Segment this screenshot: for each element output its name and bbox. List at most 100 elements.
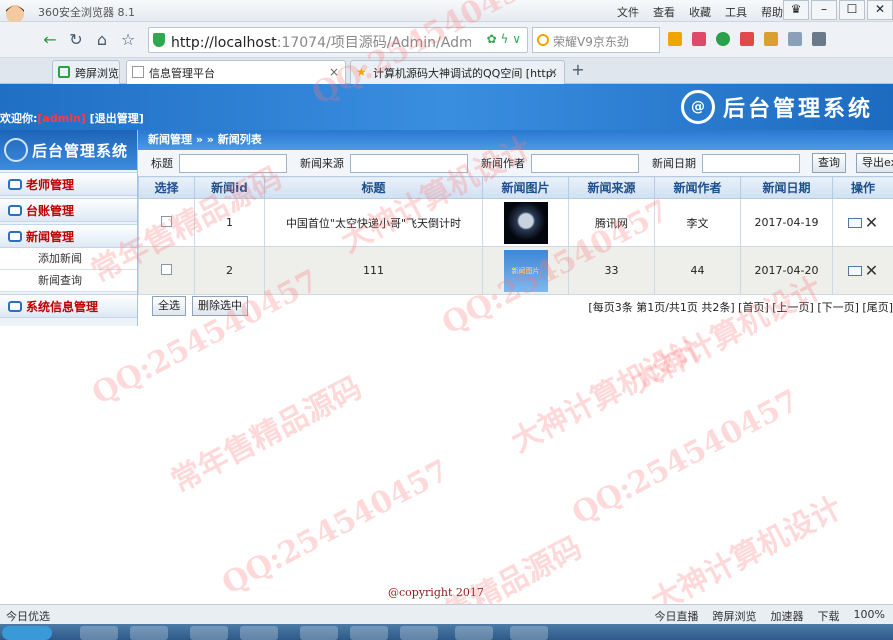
refresh-icon[interactable]: ↻ — [66, 30, 86, 50]
close-window-button[interactable]: ✕ — [867, 0, 893, 20]
url-host: http://localhost — [171, 35, 277, 51]
status-download[interactable]: 下载 — [818, 608, 840, 624]
status-zoom[interactable]: 100% — [854, 608, 885, 624]
menu-favorites[interactable]: 收藏 — [689, 4, 711, 20]
sidebar-header: 后台管理系统 — [0, 130, 137, 170]
taskbar-app-icon[interactable] — [240, 626, 278, 640]
delete-selected-button[interactable]: 删除选中 — [192, 296, 248, 316]
menu-icon — [8, 301, 22, 312]
edit-icon[interactable] — [847, 217, 862, 228]
search-input[interactable]: 荣耀V9京东劲 — [553, 33, 648, 50]
taskbar-app-icon[interactable] — [190, 626, 228, 640]
gift-icon[interactable] — [692, 32, 706, 46]
row-checkbox[interactable] — [161, 263, 172, 275]
taskbar-app-icon[interactable] — [80, 626, 118, 640]
sidebar-item-label: 老师管理 — [26, 177, 75, 192]
sidebar-subitem-query-news[interactable]: 新闻查询 — [0, 270, 137, 292]
author-filter-input[interactable] — [531, 153, 639, 173]
screenshot-icon[interactable] — [764, 32, 778, 46]
export-excel-button[interactable]: 导出excel — [856, 153, 893, 173]
close-tab-icon[interactable]: × — [329, 65, 339, 79]
system-logo-icon — [4, 138, 28, 162]
taskbar-app-icon[interactable] — [400, 626, 438, 640]
menu-tools[interactable]: 工具 — [725, 4, 747, 20]
url-path: :17074/项目源码/Admin/Admin — [276, 35, 471, 51]
close-tab-icon[interactable]: × — [548, 65, 558, 79]
logout-link[interactable]: [退出管理] — [90, 112, 144, 125]
sidebar-item-system-info[interactable]: 系统信息管理 — [0, 294, 137, 318]
apps-icon[interactable] — [668, 32, 682, 46]
column-header-author: 新闻作者 — [654, 176, 741, 199]
date-filter-label: 新闻日期 — [652, 157, 696, 170]
brand: @ 后台管理系统 — [680, 90, 873, 124]
status-accelerator[interactable]: 加速器 — [771, 608, 804, 624]
filter-bar: 标题 新闻来源 新闻作者 新闻日期 查询 导出excel — [138, 150, 893, 176]
menu-help[interactable]: 帮助 — [761, 4, 783, 20]
game-icon[interactable] — [788, 32, 802, 46]
column-header-title: 标题 — [264, 176, 483, 199]
brand-title: 后台管理系统 — [722, 97, 873, 122]
extension-icons[interactable]: ✿ ϟ ∨ — [487, 32, 521, 46]
title-filter-input[interactable] — [179, 153, 287, 173]
pagination-info[interactable]: [每页3条 第1页/共1页 共2条] [首页] [上一页] [下一页] [尾页] — [588, 299, 893, 315]
security-shield-icon — [153, 33, 165, 47]
home-icon[interactable]: ⌂ — [92, 30, 112, 50]
news-date: 2017-04-19 — [740, 198, 833, 247]
back-icon[interactable]: ← — [40, 30, 60, 50]
watermark: 大神计算机设计 — [505, 330, 708, 460]
edit-icon[interactable] — [847, 265, 862, 276]
source-filter-input[interactable] — [350, 153, 468, 173]
welcome-text: 欢迎你:[admin] [退出管理] — [0, 110, 144, 126]
taskbar-app-icon[interactable] — [455, 626, 493, 640]
start-button-icon[interactable] — [2, 626, 52, 640]
safe-icon[interactable] — [716, 32, 730, 46]
status-daily-picks[interactable]: 今日优选 — [6, 608, 50, 624]
tab-cross-screen[interactable]: 跨屏浏览 — [52, 60, 120, 84]
taskbar-app-icon[interactable] — [510, 626, 548, 640]
delete-icon[interactable]: ✕ — [865, 213, 878, 232]
taskbar-app-icon[interactable] — [130, 626, 168, 640]
translate-icon[interactable] — [740, 32, 754, 46]
tab-label: 计算机源码大神调试的QQ空间 [http: — [373, 67, 557, 80]
search-box[interactable]: 荣耀V9京东劲 — [532, 27, 660, 53]
news-image-thumbnail[interactable]: 新闻图片 — [503, 249, 548, 292]
watermark: QQ:254540457 — [216, 453, 455, 602]
minimize-button[interactable]: – — [811, 0, 837, 20]
date-filter-input[interactable] — [702, 153, 800, 173]
sidebar-subitem-add-news[interactable]: 添加新闻 — [0, 248, 137, 270]
sidebar-item-teacher[interactable]: 老师管理 — [0, 172, 137, 196]
row-checkbox[interactable] — [161, 215, 172, 227]
status-items: 今日直播 跨屏浏览 加速器 下载 100% — [655, 608, 885, 624]
new-tab-icon[interactable]: + — [568, 60, 588, 80]
menu-file[interactable]: 文件 — [617, 4, 639, 20]
status-cross-screen[interactable]: 跨屏浏览 — [713, 608, 757, 624]
query-button[interactable]: 查询 — [812, 153, 846, 173]
sidebar-item-ledger[interactable]: 台账管理 — [0, 198, 137, 222]
menu-view[interactable]: 查看 — [653, 4, 675, 20]
column-header-id: 新闻id — [194, 176, 265, 199]
address-bar[interactable]: http://localhost:17074/项目源码/Admin/Admin … — [148, 27, 528, 53]
skin-icon[interactable]: ♛ — [783, 0, 809, 20]
maximize-button[interactable]: ☐ — [839, 0, 865, 20]
taskbar-app-icon[interactable] — [350, 626, 388, 640]
menu-icon — [8, 231, 22, 242]
title-filter-label: 标题 — [151, 157, 173, 170]
select-all-button[interactable]: 全选 — [152, 296, 186, 316]
sidebar-item-news[interactable]: 新闻管理 — [0, 224, 137, 248]
star-icon[interactable]: ☆ — [118, 30, 138, 50]
url-text[interactable]: http://localhost:17074/项目源码/Admin/Admin — [171, 32, 471, 52]
table-header-row: 选择 新闻id 标题 新闻图片 新闻来源 新闻作者 新闻日期 操作 — [138, 176, 893, 199]
taskbar-app-icon[interactable] — [300, 626, 338, 640]
menu-icon — [8, 205, 22, 216]
tab-label: 跨屏浏览 — [75, 67, 119, 80]
news-image-thumbnail[interactable] — [503, 201, 548, 244]
status-live[interactable]: 今日直播 — [655, 608, 699, 624]
news-title: 中国首位"太空快递小哥"飞天倒计时 — [264, 198, 483, 247]
source-filter-label: 新闻来源 — [300, 157, 344, 170]
tab-qq-space[interactable]: ★ 计算机源码大神调试的QQ空间 [http: × — [350, 60, 565, 84]
cloud-icon[interactable] — [812, 32, 826, 46]
delete-icon[interactable]: ✕ — [865, 261, 878, 280]
news-date: 2017-04-20 — [740, 246, 833, 295]
tab-info-platform[interactable]: 信息管理平台 × — [126, 60, 346, 84]
column-header-source: 新闻来源 — [568, 176, 655, 199]
